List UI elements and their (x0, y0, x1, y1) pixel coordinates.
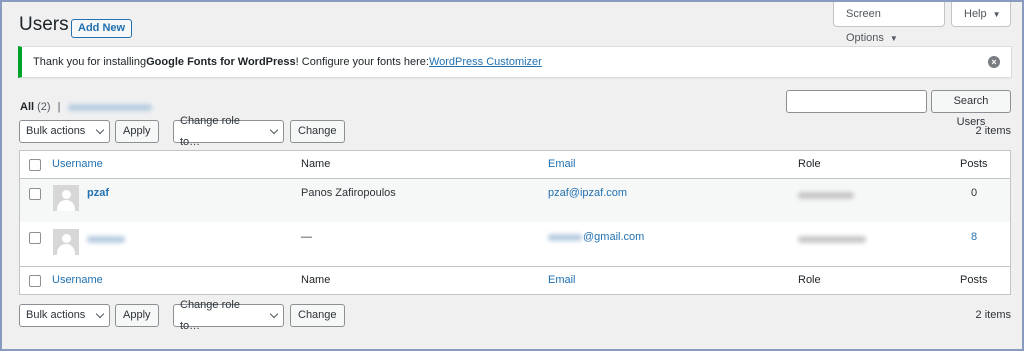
change-role-select[interactable]: Change role to… (173, 115, 284, 148)
users-table: Username Name Email Role Posts pzaf Pano… (19, 150, 1011, 295)
select-all-checkbox[interactable] (29, 159, 41, 171)
column-username-footer[interactable]: Username (52, 274, 103, 286)
column-name-header: Name (301, 158, 331, 170)
bulk-actions-label: Bulk actions (26, 309, 86, 321)
column-role-header: Role (798, 158, 821, 170)
notice-text-middle: ! Configure your fonts here: (295, 56, 429, 68)
chevron-down-icon (95, 309, 105, 319)
notice-plugin-name: Google Fonts for WordPress (146, 56, 296, 68)
customizer-link[interactable]: WordPress Customizer (429, 56, 542, 68)
blurred-role-filter[interactable] (67, 103, 152, 111)
add-new-user-button[interactable]: Add New (71, 19, 133, 38)
avatar (53, 229, 79, 255)
caret-down-icon: ▼ (992, 10, 1001, 19)
row-checkbox[interactable] (29, 188, 41, 200)
change-role-button-bottom[interactable]: Change (290, 304, 345, 327)
bulk-actions-select[interactable]: Bulk actions (19, 120, 110, 143)
caret-down-icon: ▼ (889, 34, 898, 43)
items-count-bottom: 2 items (975, 309, 1011, 321)
avatar (53, 185, 79, 211)
change-role-button[interactable]: Change (290, 120, 345, 143)
bulk-actions-label: Bulk actions (26, 125, 86, 137)
column-name-footer: Name (301, 274, 331, 286)
table-row: — @gmail.com 8 (20, 222, 1010, 266)
search-users-button[interactable]: Search Users (931, 90, 1011, 128)
user-posts-count: 0 (971, 187, 978, 199)
column-posts-header: Posts (960, 158, 988, 170)
user-role-filters: All (2) | (20, 101, 152, 113)
table-footer-row: Username Name Email Role Posts (20, 267, 1010, 294)
user-email-domain: @gmail.com (583, 231, 645, 243)
table-header-row: Username Name Email Role Posts (20, 151, 1010, 178)
user-posts-link[interactable]: 8 (971, 231, 977, 243)
column-posts-footer: Posts (960, 274, 988, 286)
chevron-down-icon (269, 309, 279, 319)
plugin-install-notice: Thank you for installing Google Fonts fo… (18, 46, 1012, 78)
column-email-footer[interactable]: Email (548, 274, 576, 286)
user-name: Panos Zafiropoulos (301, 187, 396, 199)
screen-options-button[interactable]: Screen Options ▼ (833, 2, 945, 44)
dismiss-icon[interactable]: × (988, 56, 1000, 68)
search-users-input[interactable] (786, 90, 927, 113)
row-checkbox[interactable] (29, 232, 41, 244)
change-role-label: Change role to… (180, 114, 240, 148)
table-row: pzaf Panos Zafiropoulos pzaf@ipzaf.com 0 (20, 179, 1010, 222)
user-email-link[interactable]: pzaf@ipzaf.com (548, 187, 627, 199)
column-email-header[interactable]: Email (548, 158, 576, 170)
page-title: Users (19, 14, 69, 35)
filter-separator: | (57, 101, 61, 113)
user-name: — (301, 231, 312, 243)
username-link[interactable] (87, 233, 125, 245)
chevron-down-icon (269, 125, 279, 135)
notice-text-prefix: Thank you for installing (33, 56, 147, 68)
column-role-footer: Role (798, 274, 821, 286)
column-username-header[interactable]: Username (52, 158, 103, 170)
select-all-checkbox-footer[interactable] (29, 275, 41, 287)
screen-options-label: Screen Options (846, 8, 884, 44)
change-role-select-bottom[interactable]: Change role to… (173, 299, 284, 332)
filter-all-count: (2) (37, 101, 51, 113)
help-button[interactable]: Help ▼ (951, 2, 1011, 27)
chevron-down-icon (95, 125, 105, 135)
filter-all[interactable]: All (20, 101, 34, 113)
user-email-link[interactable]: @gmail.com (548, 231, 644, 243)
bulk-actions-select-bottom[interactable]: Bulk actions (19, 304, 110, 327)
help-label: Help (964, 8, 987, 20)
user-role (798, 189, 854, 201)
username-link[interactable]: pzaf (87, 187, 109, 199)
change-role-label: Change role to… (180, 298, 240, 332)
items-count: 2 items (975, 125, 1011, 137)
apply-button[interactable]: Apply (115, 120, 159, 143)
user-role (798, 233, 866, 245)
apply-button-bottom[interactable]: Apply (115, 304, 159, 327)
